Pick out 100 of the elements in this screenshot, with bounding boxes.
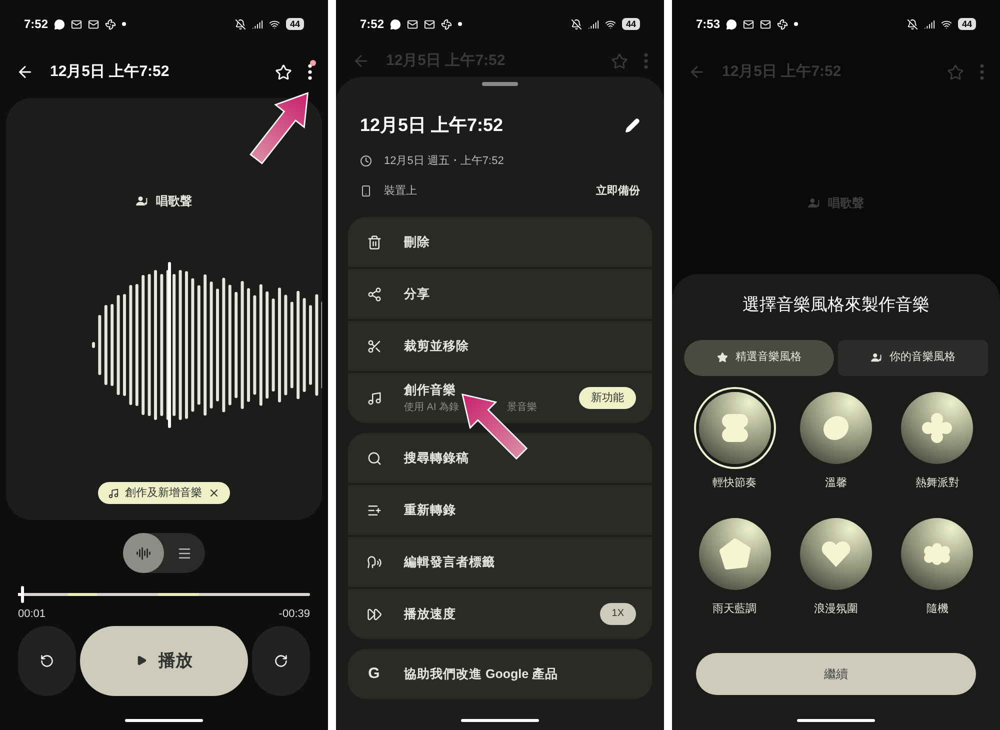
style-label: 輕快節奏 (712, 476, 757, 490)
menu-item[interactable]: 創作音樂 使用 AI 為錄 景音樂 新功能 (348, 373, 652, 423)
edit-icon[interactable] (625, 118, 640, 133)
music-style-option[interactable] (698, 392, 771, 464)
close-icon[interactable] (208, 487, 220, 499)
playhead-handle[interactable] (20, 586, 24, 603)
star-icon[interactable] (275, 64, 292, 80)
status-time: 7:52 (360, 16, 384, 33)
music-note-icon (108, 488, 119, 498)
menu-item[interactable]: 重新轉錄 (348, 485, 652, 535)
fast-forward-icon (366, 606, 382, 622)
waveform-icon (136, 546, 151, 560)
chat-icon (390, 18, 402, 30)
menu-item[interactable]: 刪除 (348, 217, 652, 267)
share-icon (366, 286, 382, 302)
mail-icon (743, 18, 754, 30)
battery-level: 44 (286, 18, 304, 30)
play-icon (136, 655, 146, 666)
search-icon (366, 450, 382, 466)
fan-icon (441, 18, 452, 30)
menu-item-label: 刪除 (404, 234, 431, 251)
recording-title: 12月5日 上午7:52 (50, 62, 170, 82)
menu-item-description: 使用 AI 為錄 (404, 400, 460, 415)
create-music-chip[interactable]: 創作及新增音樂 (98, 482, 230, 504)
mail-icon (71, 18, 82, 30)
menu-item[interactable]: 搜尋轉錄稿 (348, 433, 652, 483)
menu-item-label: 播放速度 (404, 606, 457, 623)
wifi-icon (940, 18, 952, 30)
sheet-title: 選擇音樂風格來製作音樂 (742, 294, 930, 316)
more-menu-icon[interactable] (308, 64, 312, 80)
menu-item[interactable]: 編輯發言者標籤 (348, 537, 652, 587)
menu-item-label: 重新轉錄 (404, 502, 457, 519)
speaker-label: 唱歌聲 (156, 193, 192, 210)
clock-icon (360, 155, 372, 168)
menu-item-label: 協助我們改進 Google 產品 (404, 666, 559, 683)
menu-item-label: 搜尋轉錄稿 (404, 450, 470, 467)
person-music-icon (136, 195, 148, 207)
mail-icon (407, 18, 418, 30)
menu-item-label: 創作音樂 (404, 382, 457, 400)
forward-icon (274, 654, 288, 668)
fan-icon (777, 18, 788, 30)
fan-icon (105, 18, 116, 30)
phone-icon (360, 184, 372, 197)
chat-icon (54, 18, 66, 30)
star-icon (947, 64, 964, 80)
status-time: 7:53 (696, 16, 720, 33)
google-icon: G (368, 662, 380, 686)
person-music-icon (870, 352, 882, 363)
mail-icon (760, 18, 772, 30)
status-time: 7:52 (24, 16, 48, 33)
style-label: 隨機 (926, 602, 948, 617)
style-label: 雨天藍調 (712, 602, 757, 617)
music-note-icon (366, 390, 382, 406)
menu-item-label: 裁剪並移除 (404, 338, 470, 355)
menu-item-description: 景音樂 (507, 400, 538, 415)
style-label: 浪漫氛圍 (814, 602, 858, 617)
person-music-icon (808, 197, 820, 209)
remaining-time: -00:39 (278, 607, 310, 622)
chat-icon (726, 18, 738, 30)
back-icon (352, 52, 370, 70)
star-icon (716, 352, 728, 363)
new-badge: 新功能 (579, 387, 636, 409)
speed-badge: 1X (600, 603, 636, 625)
storage-location: 裝置上 (384, 184, 418, 198)
mute-icon (234, 18, 246, 30)
menu-item-label: 分享 (404, 286, 431, 303)
recording-date: 12月5日 週五・上午7:52 (384, 154, 504, 169)
battery-level: 44 (958, 18, 976, 30)
menu-item[interactable]: 分享 (348, 269, 652, 319)
mute-icon (570, 18, 582, 30)
style-tab[interactable]: 精選音樂風格 (684, 340, 834, 376)
waveform-view-button[interactable] (123, 533, 164, 573)
play-button[interactable]: 播放 (80, 626, 248, 696)
speaking-person-icon (366, 554, 382, 570)
lines-icon (177, 546, 192, 560)
wifi-icon (268, 18, 280, 30)
style-label: 溫馨 (824, 476, 847, 490)
back-icon[interactable] (16, 63, 34, 81)
wifi-icon (604, 18, 616, 30)
mail-icon (88, 18, 100, 30)
menu-item-label: 編輯發言者標籤 (404, 554, 496, 571)
battery-level: 44 (622, 18, 640, 30)
menu-item[interactable]: 播放速度 1X (348, 589, 652, 639)
rewind-icon (40, 654, 54, 668)
back-icon (688, 63, 706, 81)
scissors-icon (366, 338, 382, 354)
elapsed-time: 00:01 (18, 607, 46, 622)
list-plus-icon (366, 502, 382, 518)
menu-item[interactable]: G 協助我們改進 Google 產品 (348, 649, 652, 699)
continue-button[interactable]: 繼續 (696, 653, 976, 695)
style-label: 熱舞派對 (915, 476, 960, 490)
sheet-title: 12月5日 上午7:52 (360, 114, 504, 137)
menu-item[interactable]: 裁剪並移除 (348, 321, 652, 371)
style-tab[interactable]: 你的音樂風格 (838, 340, 988, 376)
mail-icon (424, 18, 436, 30)
sheet-handle (482, 82, 518, 86)
mute-icon (906, 18, 918, 30)
backup-now-link[interactable]: 立即備份 (596, 182, 640, 199)
star-icon (611, 52, 628, 70)
trash-icon (366, 234, 382, 250)
